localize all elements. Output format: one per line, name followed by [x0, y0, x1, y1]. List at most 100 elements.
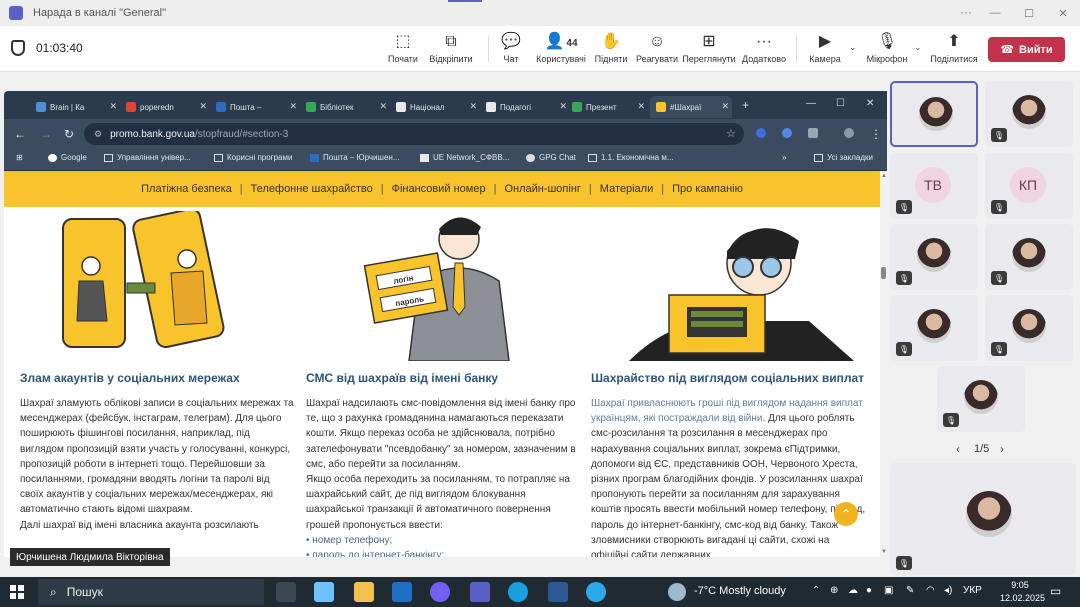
- apps-grid-icon[interactable]: ⊞: [16, 153, 23, 162]
- profile-icon[interactable]: [844, 128, 854, 138]
- participant-tile[interactable]: 🎙: [985, 295, 1073, 361]
- tray-app-icon[interactable]: ⊕: [830, 585, 838, 596]
- browser-tab[interactable]: Націонал ✕: [390, 96, 480, 118]
- browser-tab[interactable]: Подагогі ✕: [480, 96, 570, 118]
- nav-online-shopping[interactable]: Онлайн-шопінг: [504, 183, 580, 195]
- minimize-button[interactable]: —: [806, 98, 816, 109]
- close-icon[interactable]: ✕: [469, 101, 477, 112]
- scroll-to-top-button[interactable]: ⌃: [834, 502, 858, 526]
- pop-out-button[interactable]: ⧉ Відкріпити: [418, 32, 484, 64]
- teams-icon[interactable]: [470, 582, 490, 602]
- participant-tile[interactable]: 🎙: [985, 224, 1073, 290]
- weather-status[interactable]: -7°C Mostly cloudy: [694, 585, 786, 597]
- notifications-icon[interactable]: ▭: [1050, 584, 1061, 598]
- bookmark-item[interactable]: GPG Chat: [526, 153, 576, 162]
- extension-icon[interactable]: [782, 128, 792, 138]
- close-button[interactable]: ✕: [1046, 0, 1080, 26]
- browser-tab[interactable]: Пошта – ✕: [210, 96, 300, 118]
- extension-icon[interactable]: [756, 128, 766, 138]
- new-tab-icon[interactable]: +: [742, 98, 749, 112]
- bookmark-item[interactable]: Пошта – Юрчишен...: [310, 153, 399, 162]
- weather-cloud-icon[interactable]: [668, 583, 686, 601]
- scroll-up-icon[interactable]: ▲: [881, 173, 887, 179]
- self-view-tile[interactable]: 🎙: [890, 463, 1076, 575]
- taskbar-clock[interactable]: 9:05 12.02.2025: [1000, 579, 1045, 605]
- participant-tile[interactable]: 🎙: [890, 224, 978, 290]
- nav-materials[interactable]: Матеріали: [600, 183, 653, 195]
- nav-financial-number[interactable]: Фінансовий номер: [392, 183, 486, 195]
- close-icon[interactable]: ✕: [199, 101, 207, 112]
- participant-tile[interactable]: 🎙: [890, 295, 978, 361]
- bookmark-item[interactable]: Google: [48, 153, 87, 162]
- search-input[interactable]: [66, 585, 187, 599]
- participant-tile[interactable]: КП 🎙: [985, 153, 1073, 219]
- browser-tab[interactable]: Brain | Ка ✕: [30, 96, 120, 118]
- browser-tab[interactable]: Бібліотек ✕: [300, 96, 390, 118]
- chat-icon: [526, 153, 535, 162]
- share-button[interactable]: ⬆ Поділитися: [921, 32, 987, 64]
- volume-icon[interactable]: ◂): [944, 585, 952, 596]
- close-button[interactable]: ✕: [866, 98, 874, 109]
- tray-app-icon[interactable]: ●: [866, 585, 872, 596]
- leave-button[interactable]: ☎ Вийти: [988, 37, 1065, 62]
- tray-cloud-icon[interactable]: ☁: [848, 585, 858, 596]
- nav-payment-security[interactable]: Платіжна безпека: [141, 183, 232, 195]
- bookmark-item[interactable]: Корисні програми: [214, 153, 292, 162]
- back-icon[interactable]: ←: [14, 127, 26, 141]
- participant-tile[interactable]: ТВ 🎙: [890, 153, 978, 219]
- browser-tab[interactable]: poperedn ✕: [120, 96, 210, 118]
- site-info-icon[interactable]: ⚙: [94, 129, 102, 140]
- extensions-puzzle-icon[interactable]: [808, 128, 818, 138]
- mic-button[interactable]: 🎙 Мікрофон: [854, 32, 920, 64]
- maximize-button[interactable]: ☐: [836, 98, 845, 109]
- browser-tab-active[interactable]: #Шахраї ✕: [650, 96, 732, 118]
- taskbar-search[interactable]: ⌕: [38, 579, 264, 605]
- chevron-up-icon[interactable]: ⌃: [812, 585, 820, 596]
- more-bookmarks-icon[interactable]: »: [782, 153, 786, 162]
- pen-icon[interactable]: ✎: [906, 585, 914, 596]
- forward-icon[interactable]: →: [40, 127, 52, 141]
- file-explorer-icon[interactable]: [354, 582, 374, 602]
- browser-menu-icon[interactable]: ⋮: [870, 127, 882, 141]
- copilot-icon[interactable]: [314, 582, 334, 602]
- browser-tab[interactable]: Презент ✕: [566, 96, 648, 118]
- word-icon[interactable]: [548, 582, 568, 602]
- bookmark-star-icon[interactable]: ☆: [726, 127, 736, 140]
- more-button[interactable]: ··· Додатково: [731, 32, 797, 64]
- bookmark-item[interactable]: 1.1. Економічна м...: [588, 153, 674, 162]
- participant-avatar: [1012, 309, 1046, 343]
- bookmark-item[interactable]: UE Network_СФВВ...: [420, 153, 509, 162]
- edge-icon[interactable]: [508, 582, 528, 602]
- windows-start-icon[interactable]: [10, 585, 24, 599]
- more-label: Додатково: [742, 54, 786, 64]
- language-indicator[interactable]: УКР: [963, 585, 982, 596]
- url-field[interactable]: ⚙ promo.bank.gov.ua /stopfraud/#section-…: [84, 123, 744, 145]
- close-icon[interactable]: ✕: [637, 101, 645, 112]
- reload-icon[interactable]: ↻: [64, 127, 74, 141]
- more-options-icon[interactable]: ···: [960, 5, 972, 19]
- chevron-right-icon[interactable]: ›: [1000, 442, 1004, 456]
- participant-tile[interactable]: 🎙: [937, 366, 1025, 432]
- nav-about-campaign[interactable]: Про кампанію: [672, 183, 743, 195]
- telegram-icon[interactable]: [586, 582, 606, 602]
- scroll-thumb[interactable]: [881, 267, 886, 279]
- page-scrollbar[interactable]: ▲ ▼: [880, 171, 887, 557]
- viber-icon[interactable]: [430, 582, 450, 602]
- nav-phone-fraud[interactable]: Телефонне шахрайство: [251, 183, 373, 195]
- participant-tile[interactable]: 🎙: [985, 81, 1073, 147]
- participant-tile[interactable]: [890, 81, 978, 147]
- close-icon[interactable]: ✕: [721, 101, 729, 112]
- chevron-left-icon[interactable]: ‹: [956, 442, 960, 456]
- close-icon[interactable]: ✕: [379, 101, 387, 112]
- outlook-icon[interactable]: [392, 582, 412, 602]
- close-icon[interactable]: ✕: [289, 101, 297, 112]
- bookmark-item[interactable]: Управління універ...: [104, 153, 191, 162]
- all-bookmarks-folder[interactable]: Усі закладки: [814, 153, 873, 162]
- close-icon[interactable]: ✕: [109, 101, 117, 112]
- maximize-button[interactable]: ☐: [1012, 0, 1046, 26]
- tray-app-icon[interactable]: ▣: [884, 585, 893, 596]
- wifi-icon[interactable]: ◠: [926, 585, 935, 596]
- scroll-down-icon[interactable]: ▼: [881, 549, 887, 555]
- task-view-icon[interactable]: [276, 582, 296, 602]
- minimize-button[interactable]: —: [978, 0, 1012, 26]
